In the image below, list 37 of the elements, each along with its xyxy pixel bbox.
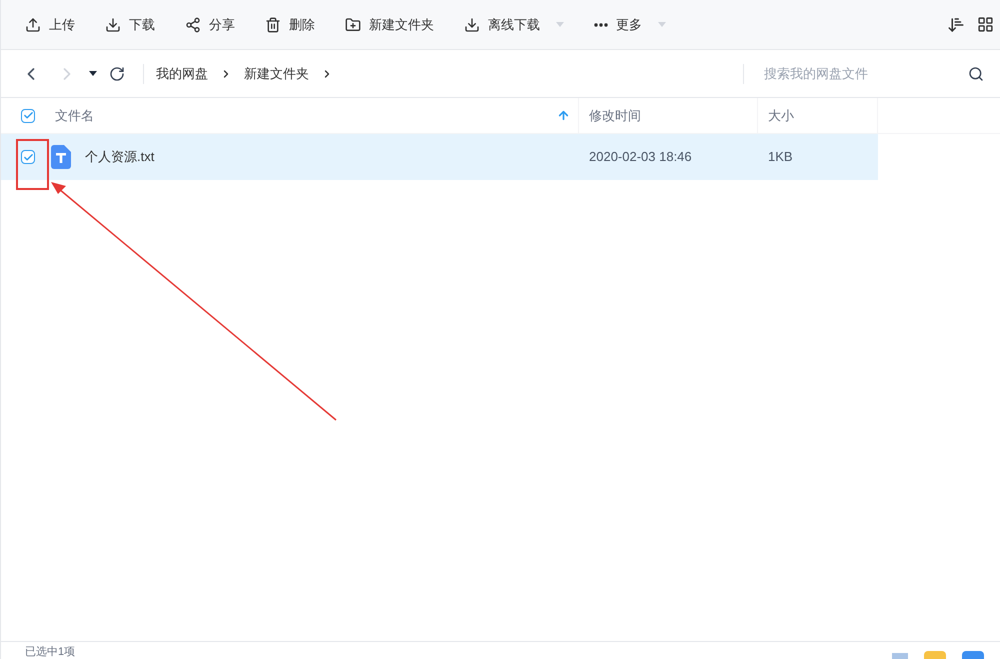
annotation-box xyxy=(16,139,49,190)
check-icon xyxy=(22,110,34,121)
toolbar-button[interactable]: 下载 xyxy=(105,14,155,34)
trash-icon xyxy=(265,16,281,32)
share-icon xyxy=(185,16,201,32)
caret-icon xyxy=(556,22,564,27)
download-icon xyxy=(105,16,121,32)
search-icon[interactable] xyxy=(968,66,984,82)
refresh-icon[interactable] xyxy=(109,66,125,82)
more-icon xyxy=(594,22,608,26)
file-name: 个人资源.txt xyxy=(85,148,154,166)
download-icon xyxy=(464,16,480,32)
file-row[interactable]: 个人资源.txt 2020-02-03 18:46 1KB xyxy=(1,134,878,180)
column-header[interactable]: 大小 xyxy=(768,106,794,126)
breadcrumb-item[interactable]: 新建文件夹 xyxy=(244,64,309,84)
check-icon xyxy=(22,152,34,162)
checkbox[interactable] xyxy=(21,150,35,164)
grid-view-icon[interactable] xyxy=(977,16,994,33)
text-file-icon xyxy=(51,145,71,169)
caret-icon[interactable] xyxy=(89,71,97,76)
toolbar-button[interactable]: 新建文件夹 xyxy=(345,14,434,34)
checkbox[interactable] xyxy=(21,108,35,122)
modified-time: 2020-02-03 18:46 xyxy=(588,148,693,166)
toolbar-button[interactable]: 离线下载 xyxy=(464,14,564,34)
toolbar-button[interactable]: 删除 xyxy=(265,14,315,34)
file-size: 1KB xyxy=(767,148,793,166)
column-header[interactable]: 文件名 xyxy=(55,106,94,126)
status-text: 已选中1项 xyxy=(25,645,76,659)
search-field[interactable]: 搜索我的网盘文件 xyxy=(764,64,968,84)
column-header[interactable]: 修改时间 xyxy=(589,106,641,126)
caret-icon xyxy=(658,22,666,27)
toolbar-button[interactable]: 上传 xyxy=(25,14,75,34)
toolbar-button[interactable]: 更多 xyxy=(594,14,666,34)
toolbar-button[interactable]: 分享 xyxy=(185,14,235,34)
folder-plus-icon xyxy=(345,16,361,32)
sort-icon[interactable] xyxy=(947,16,965,34)
breadcrumb-item[interactable]: 我的网盘 xyxy=(156,64,208,84)
